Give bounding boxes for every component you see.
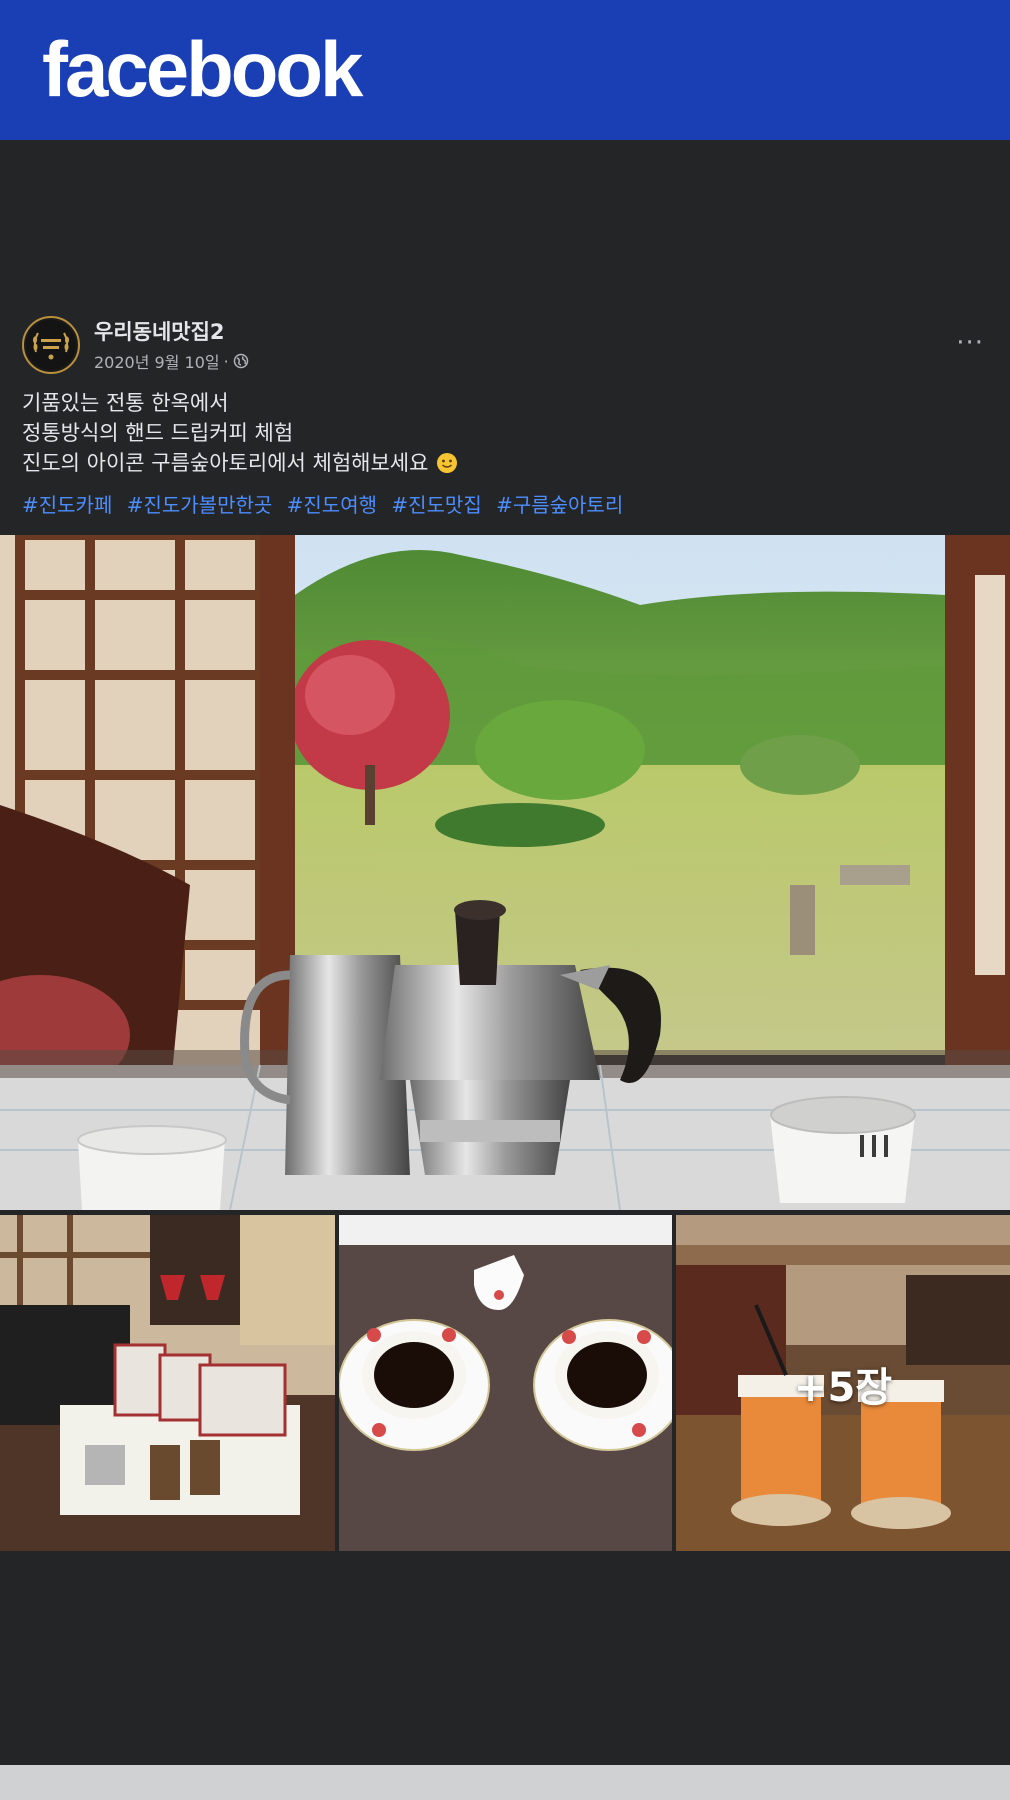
bottom-bar: [0, 1765, 1010, 1800]
post-text-line: 정통방식의 핸드 드립커피 체험: [22, 421, 294, 445]
thumbnail-photo-3[interactable]: +5장: [676, 1215, 1010, 1551]
post-text: 기품있는 전통 한옥에서 정통방식의 핸드 드립커피 체험 진도의 아이콘 구름…: [0, 380, 1010, 478]
hashtag-link[interactable]: #진도카페: [22, 493, 112, 517]
author-avatar[interactable]: [22, 316, 80, 374]
author-name[interactable]: 우리동네맛집2: [94, 316, 225, 346]
post-text-line-content: 진도의 아이콘 구름숲아토리에서 체험해보세요: [22, 451, 429, 475]
thumbnail-photo-2[interactable]: [339, 1215, 672, 1551]
facebook-logo[interactable]: facebook: [42, 30, 363, 108]
more-photos-count[interactable]: +5장: [676, 1215, 1010, 1551]
more-options-button[interactable]: ···: [956, 330, 984, 356]
meta-separator: ·: [223, 351, 229, 371]
post-header: 우리동네맛집2 2020년 9월 10일 · ···: [0, 300, 1010, 380]
smile-emoji-icon: [436, 452, 458, 474]
hashtag-link[interactable]: #진도가볼만한곳: [127, 493, 273, 517]
post-meta: 2020년 9월 10일 ·: [94, 349, 249, 373]
hashtag-list: #진도카페 #진도가볼만한곳 #진도여행 #진도맛집 #구름숲아토리: [0, 478, 1010, 524]
post-card: 우리동네맛집2 2020년 9월 10일 · ··· 기품있는 전통 한옥에서 …: [0, 300, 1010, 524]
photo-gallery: +5장: [0, 535, 1010, 1551]
hashtag-link[interactable]: #진도여행: [287, 493, 377, 517]
post-text-line: 기품있는 전통 한옥에서: [22, 391, 229, 415]
top-bar: facebook: [0, 0, 1010, 140]
hashtag-link[interactable]: #진도맛집: [391, 493, 481, 517]
hashtag-link[interactable]: #구름숲아토리: [496, 493, 623, 517]
main-photo[interactable]: [0, 535, 1010, 1210]
post-text-line: 진도의 아이콘 구름숲아토리에서 체험해보세요: [22, 448, 988, 478]
post-date[interactable]: 2020년 9월 10일: [94, 349, 220, 373]
globe-icon: [233, 353, 249, 369]
thumbnail-photo-1[interactable]: [0, 1215, 335, 1551]
